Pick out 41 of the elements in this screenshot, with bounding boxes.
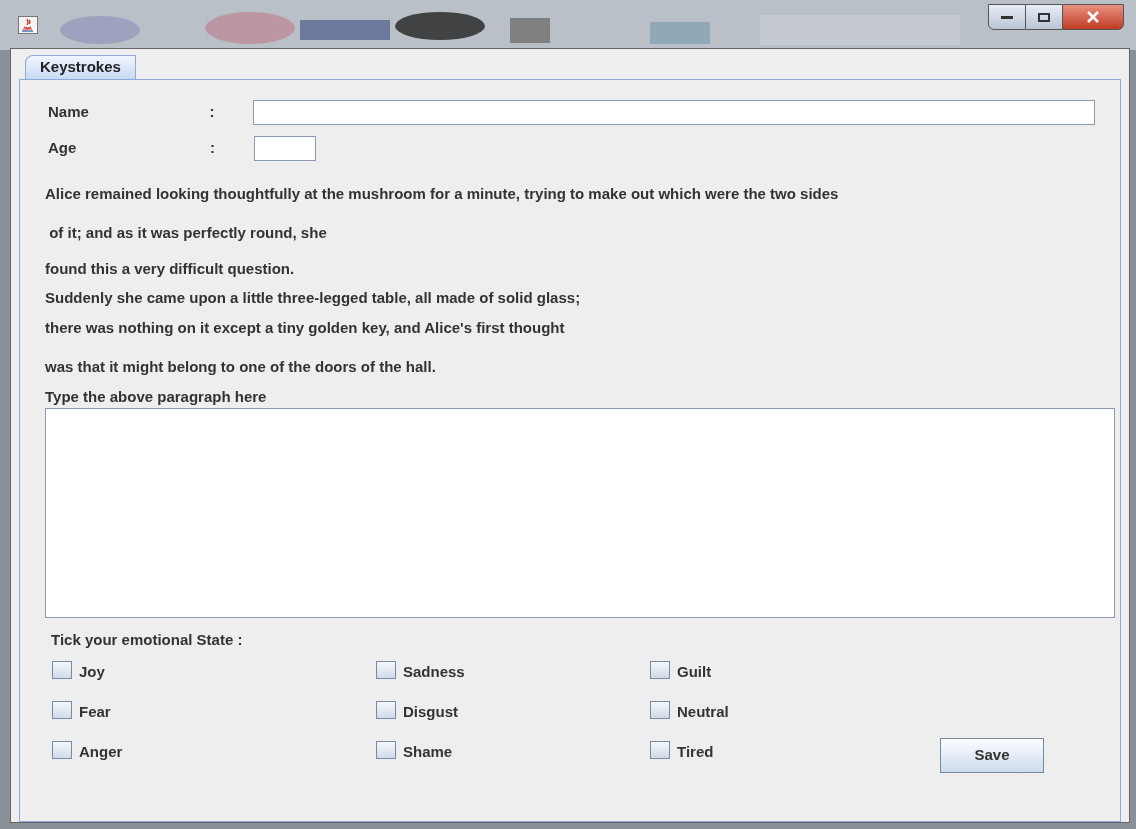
minimize-icon xyxy=(1001,15,1013,19)
tab[interactable]: Keystrokes xyxy=(25,55,136,79)
close-button[interactable] xyxy=(1062,4,1124,30)
colon-separator: : xyxy=(210,138,216,159)
checkbox-label: Shame xyxy=(403,742,453,762)
checkbox-label: Fear xyxy=(79,702,111,722)
checkbox-label: Neutral xyxy=(677,702,729,722)
maximize-button[interactable] xyxy=(1026,4,1062,30)
paragraph-line: there was nothing on it except a tiny golden key, and Alice's first thought xyxy=(45,318,565,338)
paragraph-line: of it; and as it was perfectly round, she xyxy=(48,223,327,243)
input-field[interactable] xyxy=(253,100,1095,125)
paragraph-line: found this a very difficult question. xyxy=(45,259,295,279)
checkbox-label: Sadness xyxy=(403,662,465,682)
field-label: Name xyxy=(47,102,90,123)
emotion-prompt: Tick your emotional State : xyxy=(51,630,244,650)
checkbox[interactable] xyxy=(52,701,72,719)
close-icon xyxy=(1086,11,1100,23)
checkbox[interactable] xyxy=(650,661,670,679)
input-field[interactable] xyxy=(254,136,316,161)
save-button[interactable]: Save xyxy=(940,738,1044,773)
checkbox[interactable] xyxy=(376,741,396,759)
checkbox-label: Guilt xyxy=(677,662,712,682)
checkbox-label: Tired xyxy=(677,742,714,762)
minimize-button[interactable] xyxy=(988,4,1026,30)
checkbox-label: Disgust xyxy=(403,702,458,722)
checkbox[interactable] xyxy=(650,701,670,719)
checkbox[interactable] xyxy=(52,661,72,679)
maximize-icon xyxy=(1038,12,1050,22)
paragraph-line: Suddenly she came upon a little three-legged table, all made of solid glass; xyxy=(45,288,581,308)
paragraph-line: Alice remained looking thoughtfully at the mushroom for a minute, trying to make out which were the two sides xyxy=(45,184,839,204)
checkbox-label: Anger xyxy=(79,742,123,762)
instruction-label: Type the above paragraph here xyxy=(45,387,268,407)
paragraph-line: was that it might belong to one of the doors of the hall. xyxy=(45,357,436,377)
checkbox-label: Joy xyxy=(79,662,105,682)
java-cup-icon xyxy=(18,16,38,34)
colon-separator: : xyxy=(209,102,216,123)
checkbox[interactable] xyxy=(650,741,670,759)
checkbox[interactable] xyxy=(376,701,396,719)
checkbox[interactable] xyxy=(52,741,72,759)
field-label: Age xyxy=(47,138,78,159)
checkbox[interactable] xyxy=(376,661,396,679)
